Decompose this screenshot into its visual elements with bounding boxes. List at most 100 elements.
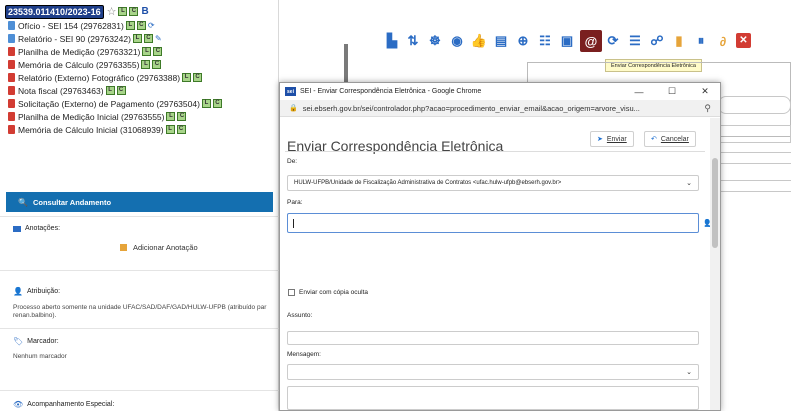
- folder-icon[interactable]: ▣: [558, 32, 576, 50]
- background-field: [718, 96, 791, 114]
- process-b-marker[interactable]: B: [141, 6, 148, 17]
- document-label: Memória de Cálculo Inicial (31068939): [18, 124, 164, 135]
- anotacoes-title: Anotações:: [25, 225, 61, 232]
- badge-l-icon[interactable]: L: [141, 60, 151, 69]
- badge-l-icon[interactable]: L: [166, 112, 176, 121]
- document-icon: [8, 73, 15, 82]
- mensagem-select[interactable]: ⌄: [287, 364, 699, 380]
- list-icon[interactable]: ☰: [626, 32, 644, 50]
- background-field: [718, 180, 791, 192]
- document-label: Planilha de Medição Inicial (29763555): [18, 111, 165, 122]
- url-text: sei.ebserh.gov.br/sei/controlador.php?ac…: [302, 103, 640, 113]
- acompanhamento-header: 👁 Acompanhamento Especial:: [13, 400, 114, 409]
- document-label: Solicitação (Externo) de Pagamento (2976…: [18, 98, 200, 109]
- anotacoes-section: Anotações:: [0, 216, 279, 266]
- acompanhamento-title: Acompanhamento Especial:: [27, 401, 115, 408]
- maximize-icon[interactable]: ☐: [661, 83, 683, 100]
- consultar-andamento-button[interactable]: 🔍 Consultar Andamento: [6, 192, 273, 212]
- star-icon[interactable]: ☆: [107, 5, 117, 18]
- badge-c-icon[interactable]: C: [152, 60, 162, 69]
- badge-c-icon[interactable]: C: [193, 73, 203, 82]
- para-input[interactable]: [287, 213, 699, 233]
- badge-c-icon[interactable]: C: [176, 125, 186, 134]
- atribuicao-header: 👤 Atribuição:: [13, 287, 60, 296]
- badge-l-icon[interactable]: L: [125, 21, 135, 30]
- eye-icon: 👁: [13, 400, 24, 409]
- enviar-button[interactable]: ➤ Enviar: [590, 131, 634, 147]
- send-process-icon[interactable]: ☷: [536, 32, 554, 50]
- document-item[interactable]: Planilha de Medição Inicial (29763555) L C: [5, 110, 277, 123]
- refresh-icon[interactable]: ⟳: [604, 32, 622, 50]
- badge-l-icon[interactable]: L: [132, 34, 142, 43]
- lock-icon: 🔒: [289, 105, 298, 112]
- tag-icon: 🏷: [13, 337, 24, 346]
- document-item[interactable]: Ofício - SEI 154 (29762831) L C ⟳: [5, 19, 277, 32]
- de-select[interactable]: HULW-UFPB/Unidade de Fiscalização Admini…: [287, 175, 699, 191]
- document-extra-icon[interactable]: ✎: [155, 34, 162, 43]
- sei-logo-icon: sei: [285, 87, 296, 96]
- thumbs-up-icon[interactable]: 👍: [470, 32, 488, 50]
- atribuicao-title: Atribuição:: [26, 288, 61, 295]
- badge-l-icon[interactable]: L: [201, 99, 211, 108]
- pause-icon[interactable]: ⏸: [692, 32, 710, 50]
- link-icon[interactable]: ∂: [714, 32, 732, 50]
- document-extra-icon[interactable]: ⟳: [148, 21, 155, 30]
- anotacoes-header: Anotações:: [13, 225, 60, 232]
- users-group-icon[interactable]: ☍: [648, 32, 666, 50]
- scrollbar[interactable]: [710, 118, 720, 410]
- cancelar-button[interactable]: ↶ Cancelar: [644, 131, 696, 147]
- badge-l-icon[interactable]: L: [105, 86, 115, 95]
- view-icon[interactable]: ◉: [448, 32, 466, 50]
- process-number-link[interactable]: 23539.011410/2023-16: [5, 4, 104, 19]
- address-bar[interactable]: 🔒 sei.ebserh.gov.br/sei/controlador.php?…: [280, 100, 720, 117]
- note-toolbar-icon[interactable]: ▮: [670, 32, 688, 50]
- document-icon: [8, 125, 15, 134]
- background-field: [718, 152, 791, 164]
- cco-checkbox[interactable]: [288, 289, 295, 296]
- mensagem-label: Mensagem:: [287, 351, 321, 358]
- badge-c-icon[interactable]: C: [177, 112, 187, 121]
- cco-checkbox-row[interactable]: Enviar com cópia oculta: [288, 289, 368, 296]
- badge-l-icon[interactable]: L: [142, 47, 152, 56]
- document-item[interactable]: Relatório - SEI 90 (29763242) L C ✎: [5, 32, 277, 45]
- document-item[interactable]: Solicitação (Externo) de Pagamento (2976…: [5, 97, 277, 110]
- scrollbar-thumb[interactable]: [712, 158, 718, 248]
- close-process-icon[interactable]: ✕: [736, 33, 751, 48]
- document-list: Ofício - SEI 154 (29762831) L C ⟳ Relatório …: [5, 19, 277, 136]
- badge-c-icon[interactable]: C: [129, 7, 139, 16]
- badge-c-icon[interactable]: C: [116, 86, 126, 95]
- adicionar-anotacao-link[interactable]: Adicionar Anotação: [120, 243, 198, 252]
- enviar-label: Enviar: [606, 135, 627, 143]
- badge-l-icon[interactable]: L: [118, 7, 128, 16]
- document-item[interactable]: Relatório (Externo) Fotográfico (2976338…: [5, 71, 277, 84]
- badge-c-icon[interactable]: C: [153, 47, 163, 56]
- badge-c-icon[interactable]: C: [136, 21, 146, 30]
- window-title: SEI - Enviar Correspondência Eletrônica …: [300, 88, 482, 95]
- relate-process-icon[interactable]: ⇅: [404, 32, 422, 50]
- globe-icon[interactable]: ⊕: [514, 32, 532, 50]
- document-item[interactable]: Memória de Cálculo (29763355) L C: [5, 58, 277, 71]
- document-item[interactable]: Nota fiscal (29763463) L C: [5, 84, 277, 97]
- minimize-icon[interactable]: —: [628, 83, 650, 100]
- badge-c-icon[interactable]: C: [143, 34, 153, 43]
- document-item[interactable]: Planilha de Medição (29763321) L C: [5, 45, 277, 58]
- document-icon: [8, 34, 15, 43]
- badge-l-icon[interactable]: L: [182, 73, 192, 82]
- send-icon: ➤: [597, 136, 603, 143]
- text-caret: [293, 219, 294, 228]
- zoom-icon[interactable]: ⚲: [704, 103, 711, 114]
- user-icon: 👤: [13, 287, 23, 296]
- marcador-header: 🏷 Marcador:: [13, 337, 59, 346]
- mensagem-textarea[interactable]: [287, 386, 699, 410]
- close-window-icon[interactable]: ✕: [694, 83, 716, 100]
- document-label: Memória de Cálculo (29763355): [18, 59, 140, 70]
- assunto-input[interactable]: [287, 331, 699, 345]
- document-item[interactable]: Memória de Cálculo Inicial (31068939) L C: [5, 123, 277, 136]
- clipboard-icon[interactable]: ▤: [492, 32, 510, 50]
- badge-l-icon[interactable]: L: [165, 125, 175, 134]
- assign-users-icon[interactable]: ☸: [426, 32, 444, 50]
- document-label: Relatório - SEI 90 (29763242): [18, 33, 131, 44]
- badge-c-icon[interactable]: C: [212, 99, 222, 108]
- new-document-icon[interactable]: ▙: [383, 32, 401, 50]
- email-at-icon[interactable]: @: [580, 30, 602, 52]
